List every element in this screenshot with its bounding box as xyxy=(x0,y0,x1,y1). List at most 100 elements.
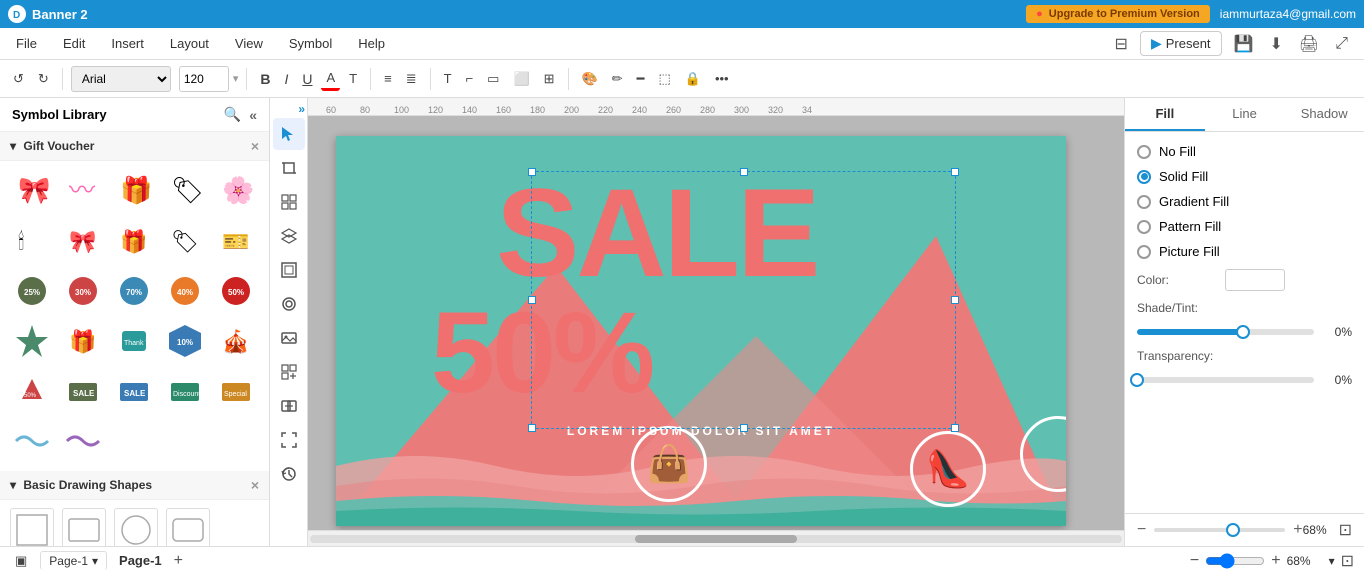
text-style-button[interactable]: T xyxy=(344,68,362,89)
underline-button[interactable]: U xyxy=(297,68,317,90)
list-item[interactable] xyxy=(61,419,105,463)
shade-track[interactable] xyxy=(1137,329,1314,335)
page-1-tab[interactable]: Page-1 ▾ xyxy=(40,551,107,570)
crop-tool-button[interactable] xyxy=(273,152,305,184)
list-item[interactable]: Discount xyxy=(163,369,207,413)
list-item[interactable]: 25% xyxy=(10,269,54,313)
statusbar-zoom-in-button[interactable]: + xyxy=(1271,552,1280,570)
list-item[interactable]: 〰 xyxy=(61,169,105,213)
statusbar-zoom-out-button[interactable]: − xyxy=(1190,552,1199,570)
menu-layout[interactable]: Layout xyxy=(166,32,213,55)
zoom-track[interactable] xyxy=(1154,528,1285,532)
align-left-button[interactable]: ≡ xyxy=(379,68,397,89)
textbox-button[interactable]: T xyxy=(439,68,457,89)
zoom-in-button[interactable]: + xyxy=(1293,521,1302,539)
arrange-tool-button[interactable] xyxy=(273,390,305,422)
share-icon[interactable]: ⤢ xyxy=(1331,33,1352,55)
font-size-input[interactable] xyxy=(179,66,229,92)
print-icon[interactable]: 🖨 xyxy=(1295,32,1323,56)
list-item[interactable] xyxy=(10,508,54,546)
no-fill-radio[interactable] xyxy=(1137,145,1151,159)
solid-fill-radio[interactable] xyxy=(1137,170,1151,184)
italic-button[interactable]: I xyxy=(279,68,293,90)
tab-shadow[interactable]: Shadow xyxy=(1284,98,1364,131)
menu-symbol[interactable]: Symbol xyxy=(285,32,336,55)
list-item[interactable]: 🏷 xyxy=(163,169,207,213)
download-icon[interactable]: ⬇ xyxy=(1265,32,1286,56)
gradient-fill-radio[interactable] xyxy=(1137,195,1151,209)
basic-shapes-section-header[interactable]: ▾ Basic Drawing Shapes × xyxy=(0,471,269,500)
color-swatch[interactable] xyxy=(1225,269,1285,291)
history-tool-button[interactable] xyxy=(273,458,305,490)
transparency-track[interactable] xyxy=(1137,377,1314,383)
scrollbar-track[interactable] xyxy=(310,535,1122,543)
more-button[interactable]: ••• xyxy=(710,68,734,89)
list-item[interactable]: 30% xyxy=(61,269,105,313)
font-color-button[interactable]: A xyxy=(321,67,340,91)
gradient-fill-option[interactable]: Gradient Fill xyxy=(1137,194,1352,209)
list-item[interactable]: 70% xyxy=(112,269,156,313)
redo-button[interactable]: ↻ xyxy=(33,68,54,90)
group-tool-button[interactable] xyxy=(273,356,305,388)
tab-line[interactable]: Line xyxy=(1205,98,1285,131)
list-item[interactable] xyxy=(10,419,54,463)
menu-view[interactable]: View xyxy=(231,32,267,55)
corner-button[interactable]: ⌐ xyxy=(461,68,479,89)
panel-collapse-icon[interactable]: « xyxy=(249,107,257,123)
dash-button[interactable]: ━ xyxy=(632,68,650,90)
expand-panel-icon[interactable]: » xyxy=(298,102,305,116)
select-tool-button[interactable] xyxy=(273,118,305,150)
gift-voucher-close-icon[interactable]: × xyxy=(251,138,259,154)
layers-tool-button[interactable] xyxy=(273,220,305,252)
list-item[interactable]: 🎀 xyxy=(10,169,54,213)
zoom-thumb[interactable] xyxy=(1226,523,1240,537)
lock-button[interactable]: 🔒 xyxy=(680,68,706,90)
pen-button[interactable]: ✏ xyxy=(607,68,628,90)
frame-tool-button[interactable] xyxy=(273,254,305,286)
menu-edit[interactable]: Edit xyxy=(59,32,89,55)
scrollbar-thumb[interactable] xyxy=(635,535,797,543)
list-item[interactable]: 🏷 xyxy=(163,219,207,263)
list-item[interactable]: 🎁 xyxy=(61,319,105,363)
pattern-fill-radio[interactable] xyxy=(1137,220,1151,234)
transparency-thumb[interactable] xyxy=(1130,373,1144,387)
list-item[interactable]: SALE xyxy=(61,369,105,413)
page-view-button[interactable]: ▣ xyxy=(10,550,32,572)
list-item[interactable]: 🎁 xyxy=(112,169,156,213)
list-item[interactable]: 10% xyxy=(163,319,207,363)
fill-button[interactable]: 🎨 xyxy=(577,68,603,90)
font-family-select[interactable]: Arial xyxy=(71,66,171,92)
canvas-scroll[interactable]: SALE 50% LOREM IPSUM DOLOR SIT AMET 👜 👠 xyxy=(308,116,1124,530)
list-item[interactable]: 🎀 xyxy=(61,219,105,263)
more-shapes-button[interactable]: ⊞ xyxy=(539,68,560,90)
expand-tool-button[interactable] xyxy=(273,424,305,456)
bubble-button[interactable]: ⬜ xyxy=(508,68,534,90)
tab-fill[interactable]: Fill xyxy=(1125,98,1205,131)
basic-shapes-close-icon[interactable]: × xyxy=(251,477,259,493)
upgrade-button[interactable]: ● Upgrade to Premium Version xyxy=(1026,5,1210,23)
list-item[interactable]: 50% xyxy=(214,269,258,313)
undo-button[interactable]: ↺ xyxy=(8,68,29,90)
zoom-slider[interactable] xyxy=(1205,553,1265,569)
present-button[interactable]: ▶ Present xyxy=(1140,31,1222,56)
menu-help[interactable]: Help xyxy=(354,32,389,55)
save-icon[interactable]: ⊟ xyxy=(1111,32,1132,56)
add-page-button[interactable]: + xyxy=(174,552,183,570)
list-item[interactable]: 🎁 xyxy=(112,219,156,263)
gift-voucher-section-header[interactable]: ▾ Gift Voucher × xyxy=(0,132,269,161)
no-fill-option[interactable]: No Fill xyxy=(1137,144,1352,159)
list-item[interactable] xyxy=(166,508,210,546)
list-item[interactable]: 50% xyxy=(10,369,54,413)
image-tool-button[interactable] xyxy=(273,322,305,354)
picture-fill-option[interactable]: Picture Fill xyxy=(1137,244,1352,259)
solid-fill-option[interactable]: Solid Fill xyxy=(1137,169,1352,184)
zoom-out-button[interactable]: − xyxy=(1137,521,1146,539)
shade-thumb[interactable] xyxy=(1236,325,1250,339)
list-item[interactable]: SALE xyxy=(112,369,156,413)
grid-tool-button[interactable] xyxy=(273,186,305,218)
horizontal-scrollbar[interactable] xyxy=(308,530,1124,546)
list-item[interactable] xyxy=(114,508,158,546)
menu-insert[interactable]: Insert xyxy=(107,32,148,55)
fullscreen-button[interactable]: ⊡ xyxy=(1339,520,1352,540)
list-item[interactable]: 40% xyxy=(163,269,207,313)
